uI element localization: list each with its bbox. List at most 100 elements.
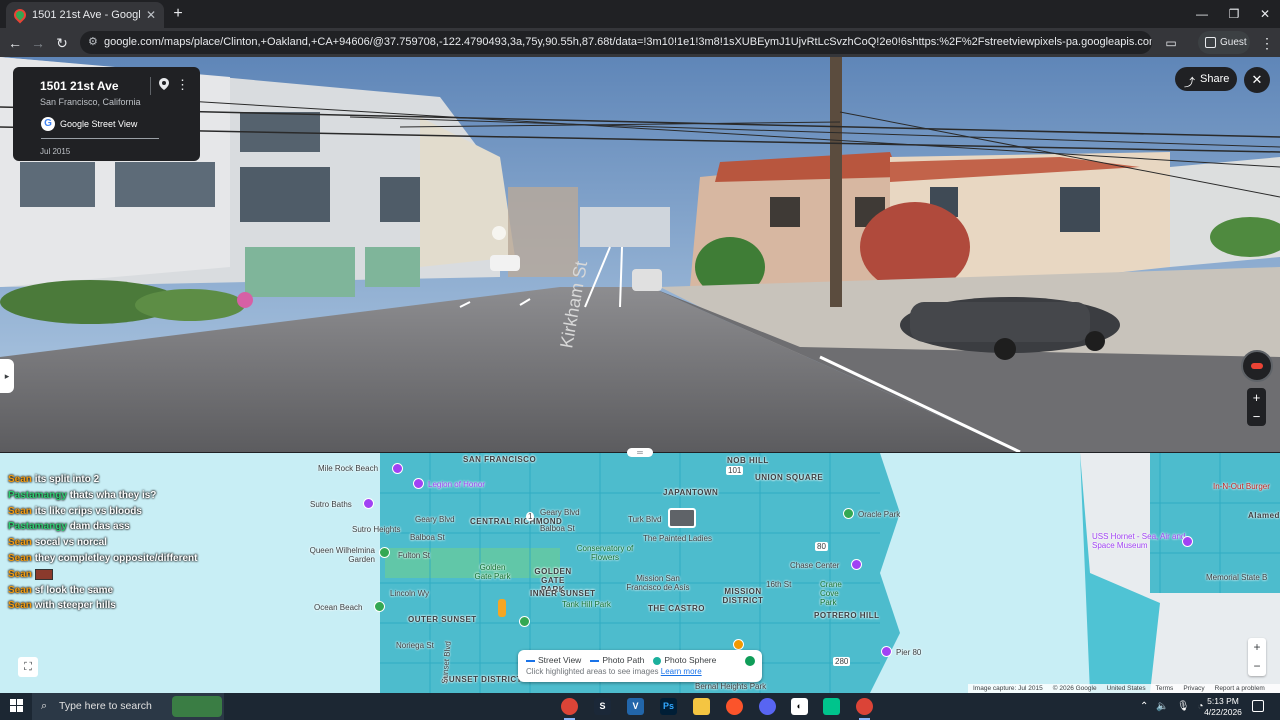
map-label-geary-west: Geary Blvd bbox=[415, 515, 455, 524]
discord-taskbar-icon[interactable] bbox=[759, 698, 776, 715]
pier-pin-icon[interactable] bbox=[881, 646, 892, 657]
map-label-geary-east: Geary Blvd bbox=[540, 508, 580, 517]
forward-button[interactable]: → bbox=[27, 32, 49, 54]
zoom-in-button[interactable]: + bbox=[1247, 388, 1266, 407]
map-label-ocean-beach[interactable]: Ocean Beach bbox=[314, 603, 362, 612]
food-pin-icon[interactable] bbox=[733, 639, 744, 650]
brave-taskbar-icon[interactable] bbox=[726, 698, 743, 715]
map-label-painted-ladies[interactable]: The Painted Ladies bbox=[643, 534, 712, 543]
search-icon: ⌕ bbox=[41, 700, 48, 712]
stadium-pin-icon[interactable] bbox=[843, 508, 854, 519]
map-label-chase-center[interactable]: Chase Center bbox=[790, 561, 839, 570]
address-bar[interactable]: ⚙ google.com/maps/place/Clinton,+Oakland… bbox=[80, 31, 1152, 54]
map-label-fulton: Fulton St bbox=[398, 551, 431, 560]
search-placeholder: Type here to search bbox=[59, 700, 152, 712]
taskbar-search-box[interactable]: ⌕ Type here to search bbox=[32, 693, 224, 720]
google-logo-icon: G bbox=[41, 117, 55, 131]
legend-toggle[interactable] bbox=[745, 656, 755, 666]
reload-button[interactable]: ↻ bbox=[51, 32, 73, 54]
map-label-uss-hornet[interactable]: USS Hornet - Sea, Air and Space Museum bbox=[1092, 532, 1187, 550]
map-label-tank-hill[interactable]: Tank Hill Park bbox=[562, 600, 611, 609]
map-pin-icon[interactable] bbox=[159, 78, 169, 90]
location-address[interactable]: 1501 21st Ave bbox=[40, 79, 119, 93]
volume-icon[interactable]: 🔈 bbox=[1156, 701, 1168, 712]
arena-pin-icon[interactable] bbox=[851, 559, 862, 570]
pegman-icon[interactable] bbox=[498, 599, 506, 617]
chat-text: dam das ass bbox=[69, 521, 130, 533]
map-label-inner-sunset: INNER SUNSET bbox=[530, 589, 596, 598]
steam-taskbar-icon[interactable]: S bbox=[594, 698, 611, 715]
beach-pin-icon[interactable] bbox=[374, 601, 385, 612]
garden-pin-icon[interactable] bbox=[379, 547, 390, 558]
window-close-button[interactable]: ✕ bbox=[1250, 4, 1280, 24]
notification-icon[interactable] bbox=[1252, 700, 1264, 712]
chat-text: its split into 2 bbox=[34, 474, 100, 485]
landmark-pin-icon[interactable] bbox=[363, 498, 374, 509]
site-info-icon[interactable]: ⚙ bbox=[88, 31, 98, 54]
museum-pin-icon-2[interactable] bbox=[1182, 536, 1193, 547]
close-street-view-button[interactable]: ✕ bbox=[1244, 67, 1270, 93]
back-button[interactable]: ← bbox=[4, 32, 26, 54]
map-label-bernal-heights[interactable]: Bernal Heights Park bbox=[695, 682, 766, 691]
map-label-oracle-park[interactable]: Oracle Park bbox=[858, 510, 900, 519]
visual-studio-taskbar-icon[interactable]: V bbox=[627, 698, 644, 715]
chrome-menu-button[interactable]: ⋮ bbox=[1256, 32, 1278, 54]
fullscreen-button[interactable]: ⛶ bbox=[18, 657, 38, 677]
map-label-golden-gate-park[interactable]: Golden Gate Park bbox=[470, 563, 515, 581]
map-label-mile-rock-beach[interactable]: Mile Rock Beach bbox=[318, 464, 378, 473]
capture-date[interactable]: Jul 2015 bbox=[40, 147, 70, 156]
file-explorer-taskbar-icon[interactable] bbox=[693, 698, 710, 715]
chat-message: Sean sf look the same bbox=[8, 585, 268, 601]
street-view-panorama[interactable]: Kirkham St 1501 21st Ave San Francisco, … bbox=[0, 57, 1280, 452]
map-label-mission-san-francisco[interactable]: Mission San Francisco de Asís bbox=[618, 574, 698, 592]
share-button[interactable]: ⤴ Share bbox=[1175, 67, 1237, 91]
profile-button[interactable]: Guest bbox=[1198, 31, 1250, 54]
tray-chevron-icon[interactable]: ⌃ bbox=[1140, 701, 1148, 712]
painted-ladies-photo-thumbnail[interactable] bbox=[668, 508, 696, 528]
chat-username: Sean bbox=[8, 568, 32, 580]
map-label-balboa-east: Balboa St bbox=[540, 524, 575, 533]
chrome-taskbar-icon[interactable] bbox=[561, 698, 578, 720]
zoom-out-button[interactable]: − bbox=[1247, 407, 1266, 426]
expand-sidebar-button[interactable]: ▸ bbox=[0, 359, 14, 393]
google-maps-favicon-icon bbox=[11, 6, 29, 24]
browser-tab[interactable]: 1501 21st Ave - Google Maps ✕ bbox=[6, 2, 164, 28]
museum-pin-icon[interactable] bbox=[413, 478, 424, 489]
map-label-pier-80[interactable]: Pier 80 bbox=[896, 648, 921, 657]
chrome-taskbar-icon-2[interactable] bbox=[856, 698, 873, 720]
learn-more-link[interactable]: Learn more bbox=[661, 667, 702, 676]
map-label-sutro-heights[interactable]: Sutro Heights bbox=[352, 525, 400, 534]
map-label-sutro-baths[interactable]: Sutro Baths bbox=[310, 500, 352, 509]
tab-close-icon[interactable]: ✕ bbox=[146, 8, 156, 22]
microphone-icon[interactable]: 🎙 bbox=[1177, 701, 1190, 712]
map-label-queen-wilhelmina[interactable]: Queen Wilhelmina Garden bbox=[300, 546, 375, 564]
resize-handle[interactable]: ═ bbox=[627, 448, 653, 457]
tab-strip: 1501 21st Ave - Google Maps ✕ + — ❐ ✕ bbox=[0, 0, 1280, 28]
map-label-mission-district: MISSION DISTRICT bbox=[722, 587, 764, 605]
map-zoom-in-button[interactable]: + bbox=[1248, 638, 1266, 657]
app-taskbar-icon[interactable] bbox=[823, 698, 840, 715]
photoshop-taskbar-icon[interactable]: Ps bbox=[660, 698, 677, 715]
new-tab-button[interactable]: + bbox=[168, 4, 188, 24]
map-label-crane-cove[interactable]: Crane Cove Park bbox=[820, 580, 852, 607]
map-label-conservatory[interactable]: Conservatory of Flowers bbox=[575, 544, 635, 562]
attraction-pin-icon[interactable] bbox=[392, 463, 403, 474]
chat-username: Sean bbox=[8, 600, 32, 612]
map-label-legion-of-honor[interactable]: Legion of Honor bbox=[428, 480, 485, 489]
map-zoom-out-button[interactable]: − bbox=[1248, 657, 1266, 676]
taskbar-clock[interactable]: 5:13 PM 4/22/2026 bbox=[1198, 696, 1248, 718]
chat-message: Sean with steeper hills bbox=[8, 600, 268, 616]
map-label-in-n-out[interactable]: In-N-Out Burger bbox=[1213, 482, 1270, 491]
more-options-icon[interactable]: ⋮ bbox=[176, 77, 189, 93]
browser-toolbar: ← → ↻ ⚙ google.com/maps/place/Clinton,+O… bbox=[0, 28, 1280, 57]
compass-icon[interactable] bbox=[1241, 350, 1273, 382]
park-pin-icon[interactable] bbox=[519, 616, 530, 627]
windows-start-icon[interactable] bbox=[10, 699, 24, 713]
map-label-memorial-state-beach[interactable]: Memorial State B bbox=[1206, 573, 1267, 582]
restore-button[interactable]: ❐ bbox=[1219, 4, 1249, 24]
chat-username: Sean bbox=[8, 474, 32, 485]
obs-taskbar-icon[interactable]: ◐ bbox=[791, 698, 808, 715]
map-label-san-francisco: SAN FRANCISCO bbox=[463, 455, 537, 464]
cast-icon[interactable]: ▭ bbox=[1160, 32, 1182, 54]
minimize-button[interactable]: — bbox=[1187, 4, 1217, 24]
